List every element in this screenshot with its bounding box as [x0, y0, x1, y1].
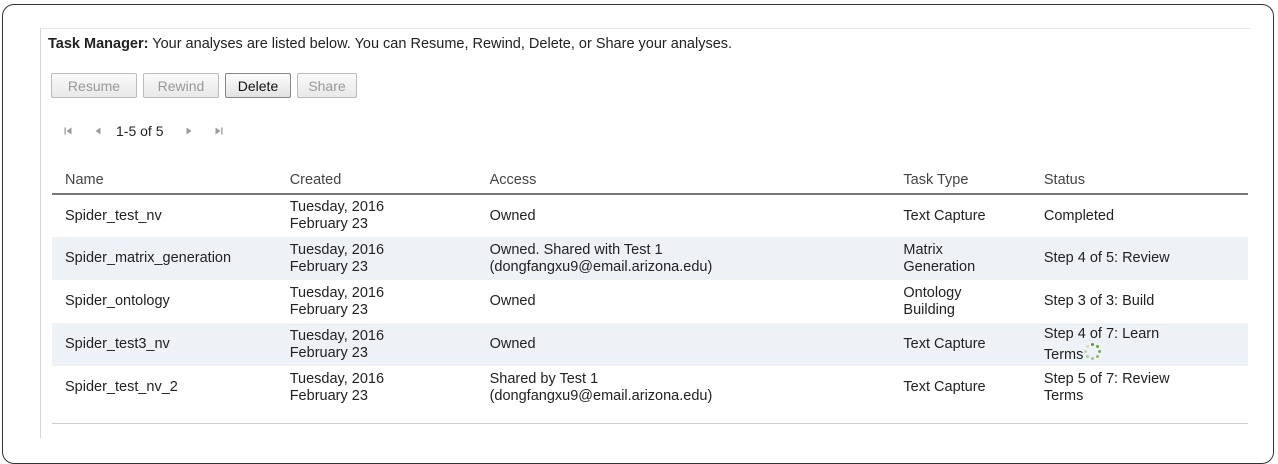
cell-created: Tuesday, 2016 February 23 — [290, 280, 490, 323]
cell-access: Owned. Shared with Test 1 (dongfangxu9@em… — [490, 237, 904, 280]
rewind-button[interactable]: Rewind — [143, 73, 219, 98]
created-line-2: February 23 — [289, 301, 368, 318]
cell-task-type: Text Capture — [903, 323, 1043, 366]
prev-page-icon[interactable] — [90, 123, 106, 139]
pagination: 1-5 of 5 — [60, 123, 227, 139]
analyses-table: Name Created Access Task Type Status Spi… — [52, 167, 1248, 424]
cell-access: Owned — [490, 194, 904, 237]
access-line-2: (dongfangxu9@email.arizona.edu) — [489, 258, 713, 275]
first-page-icon[interactable] — [60, 123, 76, 139]
access-line-1: Owned — [489, 293, 536, 309]
table-footer-spacer — [52, 409, 1248, 424]
task-type-line-2: Generation — [903, 258, 976, 275]
cell-created: Tuesday, 2016 February 23 — [290, 366, 490, 409]
share-button[interactable]: Share — [297, 73, 357, 98]
access-line-1: Shared by Test 1 — [489, 370, 599, 387]
created-line-1: Tuesday, 2016 — [289, 327, 385, 344]
column-header-access[interactable]: Access — [489, 167, 904, 195]
column-header-created[interactable]: Created — [289, 167, 490, 195]
table-row[interactable]: Spider_test_nv_2 Tuesday, 2016 February 2… — [52, 366, 1248, 409]
resume-button[interactable]: Resume — [51, 73, 137, 98]
created-line-1: Tuesday, 2016 — [289, 370, 385, 387]
created-line-1: Tuesday, 2016 — [289, 199, 385, 215]
task-type-line-2: Building — [903, 301, 955, 318]
cell-status: Step 5 of 7: Review Terms — [1044, 366, 1248, 409]
cell-name: Spider_test3_nv — [65, 336, 170, 352]
column-header-name[interactable]: Name — [52, 167, 290, 195]
cell-name: Spider_test_nv_2 — [65, 379, 178, 395]
cell-status: Completed — [1044, 194, 1248, 237]
status-line-1: Step 5 of 7: Review — [1043, 370, 1170, 387]
column-header-status[interactable]: Status — [1043, 167, 1248, 195]
cell-task-type: Text Capture — [903, 366, 1043, 409]
status-line-1: Step 4 of 7: Learn — [1043, 325, 1160, 342]
status-line-1: Step 4 of 5: Review — [1043, 250, 1170, 266]
action-toolbar: Resume Rewind Delete Share — [51, 73, 357, 98]
table-row[interactable]: Spider_test_nv Tuesday, 2016 February 23 … — [52, 194, 1248, 237]
status-line-1: Step 3 of 3: Build — [1043, 293, 1155, 309]
cell-task-type: Text Capture — [903, 194, 1043, 237]
loading-spinner-icon — [1084, 342, 1102, 361]
access-line-1: Owned. Shared with Test 1 — [489, 241, 663, 258]
table-header-row: Name Created Access Task Type Status — [52, 167, 1248, 195]
cell-task-type: Matrix Generation — [903, 237, 1043, 280]
created-line-1: Tuesday, 2016 — [289, 284, 385, 301]
cell-name: Spider_matrix_generation — [65, 250, 232, 266]
access-line-2: (dongfangxu9@email.arizona.edu) — [489, 387, 713, 404]
cell-access: Shared by Test 1 (dongfangxu9@email.arizo… — [490, 366, 904, 409]
next-page-icon[interactable] — [181, 123, 197, 139]
created-line-2: February 23 — [289, 258, 368, 275]
cell-created: Tuesday, 2016 February 23 — [290, 237, 490, 280]
status-line-2: Terms — [1043, 387, 1084, 404]
column-header-task-type[interactable]: Task Type — [903, 167, 1044, 195]
cell-status: Step 4 of 7: Learn Terms — [1044, 323, 1248, 366]
task-manager-heading: Task Manager: — [48, 36, 149, 52]
cell-created: Tuesday, 2016 February 23 — [290, 323, 490, 366]
task-type-line-1: Matrix — [903, 241, 943, 258]
access-line-1: Owned — [489, 207, 536, 224]
created-line-1: Tuesday, 2016 — [289, 241, 385, 258]
table-row[interactable]: Spider_matrix_generation Tuesday, 2016 Fe… — [52, 237, 1248, 280]
task-type-line-1: Text Capture — [903, 379, 986, 395]
task-manager-intro: Task Manager: Your analyses are listed b… — [48, 36, 732, 52]
cell-access: Owned — [490, 323, 904, 366]
status-line-1: Completed — [1043, 207, 1115, 224]
table-row[interactable]: Spider_ontology Tuesday, 2016 February 23… — [52, 280, 1248, 323]
cell-status: Step 4 of 5: Review — [1044, 237, 1248, 280]
cell-created: Tuesday, 2016 February 23 — [290, 194, 490, 237]
cell-status: Step 3 of 3: Build — [1044, 280, 1248, 323]
status-line-2-with-spinner: Terms — [1043, 342, 1248, 364]
cell-task-type: Ontology Building — [903, 280, 1043, 323]
status-line-2: Terms — [1043, 346, 1084, 363]
access-line-1: Owned — [489, 336, 536, 352]
task-manager-description: Your analyses are listed below. You can … — [148, 36, 733, 52]
task-type-line-1: Text Capture — [903, 336, 986, 352]
last-page-icon[interactable] — [211, 123, 227, 139]
cell-access: Owned — [490, 280, 904, 323]
page-range-text: 1-5 of 5 — [116, 123, 164, 139]
created-line-2: February 23 — [289, 387, 368, 404]
task-type-line-1: Ontology — [903, 284, 962, 301]
cell-name: Spider_ontology — [65, 293, 170, 309]
cell-name: Spider_test_nv — [65, 207, 162, 224]
task-type-line-1: Text Capture — [903, 207, 986, 224]
table-row[interactable]: Spider_test3_nv Tuesday, 2016 February 23… — [52, 323, 1248, 366]
delete-button[interactable]: Delete — [225, 73, 291, 98]
created-line-2: February 23 — [289, 216, 368, 232]
created-line-2: February 23 — [289, 344, 368, 361]
